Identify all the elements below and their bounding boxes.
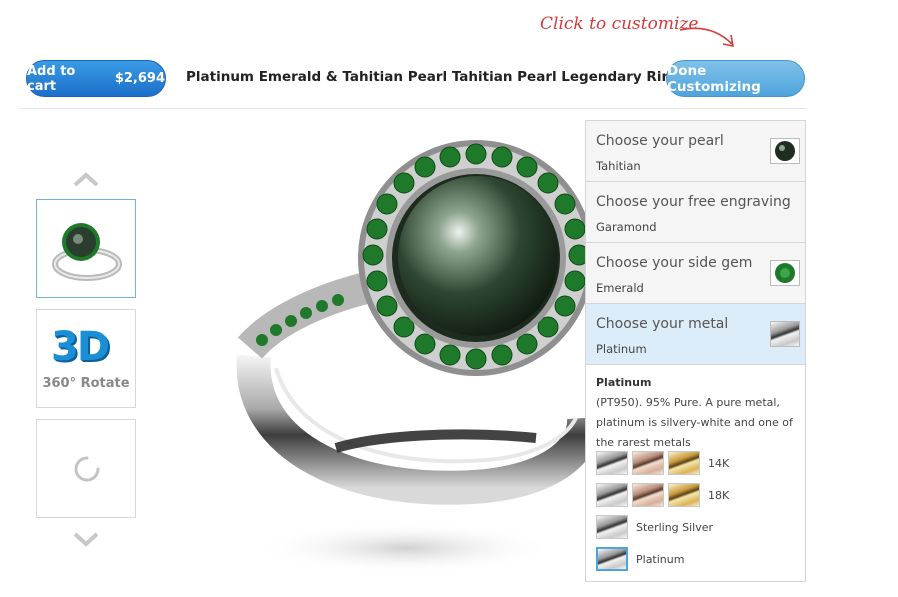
metal-detail: Platinum (PT950). 95% Pure. A pure metal… bbox=[586, 365, 805, 461]
side-gem-swatch bbox=[770, 260, 800, 286]
metal-row-label: Sterling Silver bbox=[636, 520, 714, 534]
swatch-platinum[interactable] bbox=[596, 547, 628, 571]
pearl-swatch bbox=[770, 138, 800, 164]
swatch-sterling-silver[interactable] bbox=[596, 515, 628, 539]
product-title: Platinum Emerald & Tahitian Pearl Tahiti… bbox=[186, 69, 681, 85]
loading-spinner-icon bbox=[74, 456, 100, 482]
metal-detail-title: Platinum bbox=[596, 376, 652, 389]
option-metal[interactable]: Choose your metal Platinum bbox=[586, 304, 805, 365]
option-title: Choose your metal bbox=[596, 316, 729, 332]
metal-row-platinum: Platinum bbox=[596, 547, 684, 571]
add-to-cart-button[interactable]: Add to cart $2,694 bbox=[26, 60, 166, 97]
thumbnail-3d-rotate[interactable]: 3D 360° Rotate bbox=[36, 309, 136, 408]
metal-row-18k: 18K bbox=[596, 483, 729, 507]
chevron-down-icon[interactable] bbox=[72, 531, 100, 547]
cart-price: $2,694 bbox=[114, 71, 165, 86]
ring-main-image bbox=[236, 140, 588, 574]
option-title: Choose your side gem bbox=[596, 255, 753, 271]
metal-row-label: 18K bbox=[708, 488, 730, 502]
hint-arrow-icon bbox=[679, 27, 734, 48]
option-value: Garamond bbox=[596, 220, 657, 234]
metal-row-label: 14K bbox=[708, 456, 730, 470]
swatch-14k-yellow-gold[interactable] bbox=[668, 451, 700, 475]
option-pearl[interactable]: Choose your pearl Tahitian bbox=[586, 121, 805, 182]
swatch-18k-rose-gold[interactable] bbox=[632, 483, 664, 507]
option-side-gem[interactable]: Choose your side gem Emerald bbox=[586, 243, 805, 304]
metal-row-14k: 14K bbox=[596, 451, 729, 475]
header-divider bbox=[20, 108, 806, 109]
option-value: Emerald bbox=[596, 281, 644, 295]
metal-swatch bbox=[770, 321, 800, 347]
customize-panel: Choose your pearl Tahitian Choose your f… bbox=[585, 120, 806, 582]
rotate-label: 360° Rotate bbox=[42, 376, 130, 391]
option-title: Choose your free engraving bbox=[596, 194, 791, 210]
done-customizing-button[interactable]: Done Customizing bbox=[666, 60, 805, 97]
swatch-18k-yellow-gold[interactable] bbox=[668, 483, 700, 507]
option-engraving[interactable]: Choose your free engraving Garamond bbox=[586, 182, 805, 243]
option-value: Tahitian bbox=[596, 159, 641, 173]
customize-hint: Click to customize bbox=[540, 14, 699, 34]
option-title: Choose your pearl bbox=[596, 133, 724, 149]
metal-row-label: Platinum bbox=[636, 552, 685, 566]
thumbnail-ring-view[interactable] bbox=[36, 199, 136, 298]
swatch-14k-rose-gold[interactable] bbox=[632, 451, 664, 475]
cart-label: Add to cart bbox=[27, 63, 76, 94]
ring-thumbnail-image bbox=[52, 223, 122, 281]
thumbnail-loading[interactable] bbox=[36, 419, 136, 518]
metal-row-sterling-silver: Sterling Silver bbox=[596, 515, 713, 539]
swatch-18k-white-gold[interactable] bbox=[596, 483, 628, 507]
option-value: Platinum bbox=[596, 342, 647, 356]
3d-icon: 3D bbox=[51, 324, 110, 370]
metal-detail-description: (PT950). 95% Pure. A pure metal, platinu… bbox=[596, 396, 793, 449]
swatch-14k-white-gold[interactable] bbox=[596, 451, 628, 475]
chevron-up-icon[interactable] bbox=[72, 172, 100, 188]
